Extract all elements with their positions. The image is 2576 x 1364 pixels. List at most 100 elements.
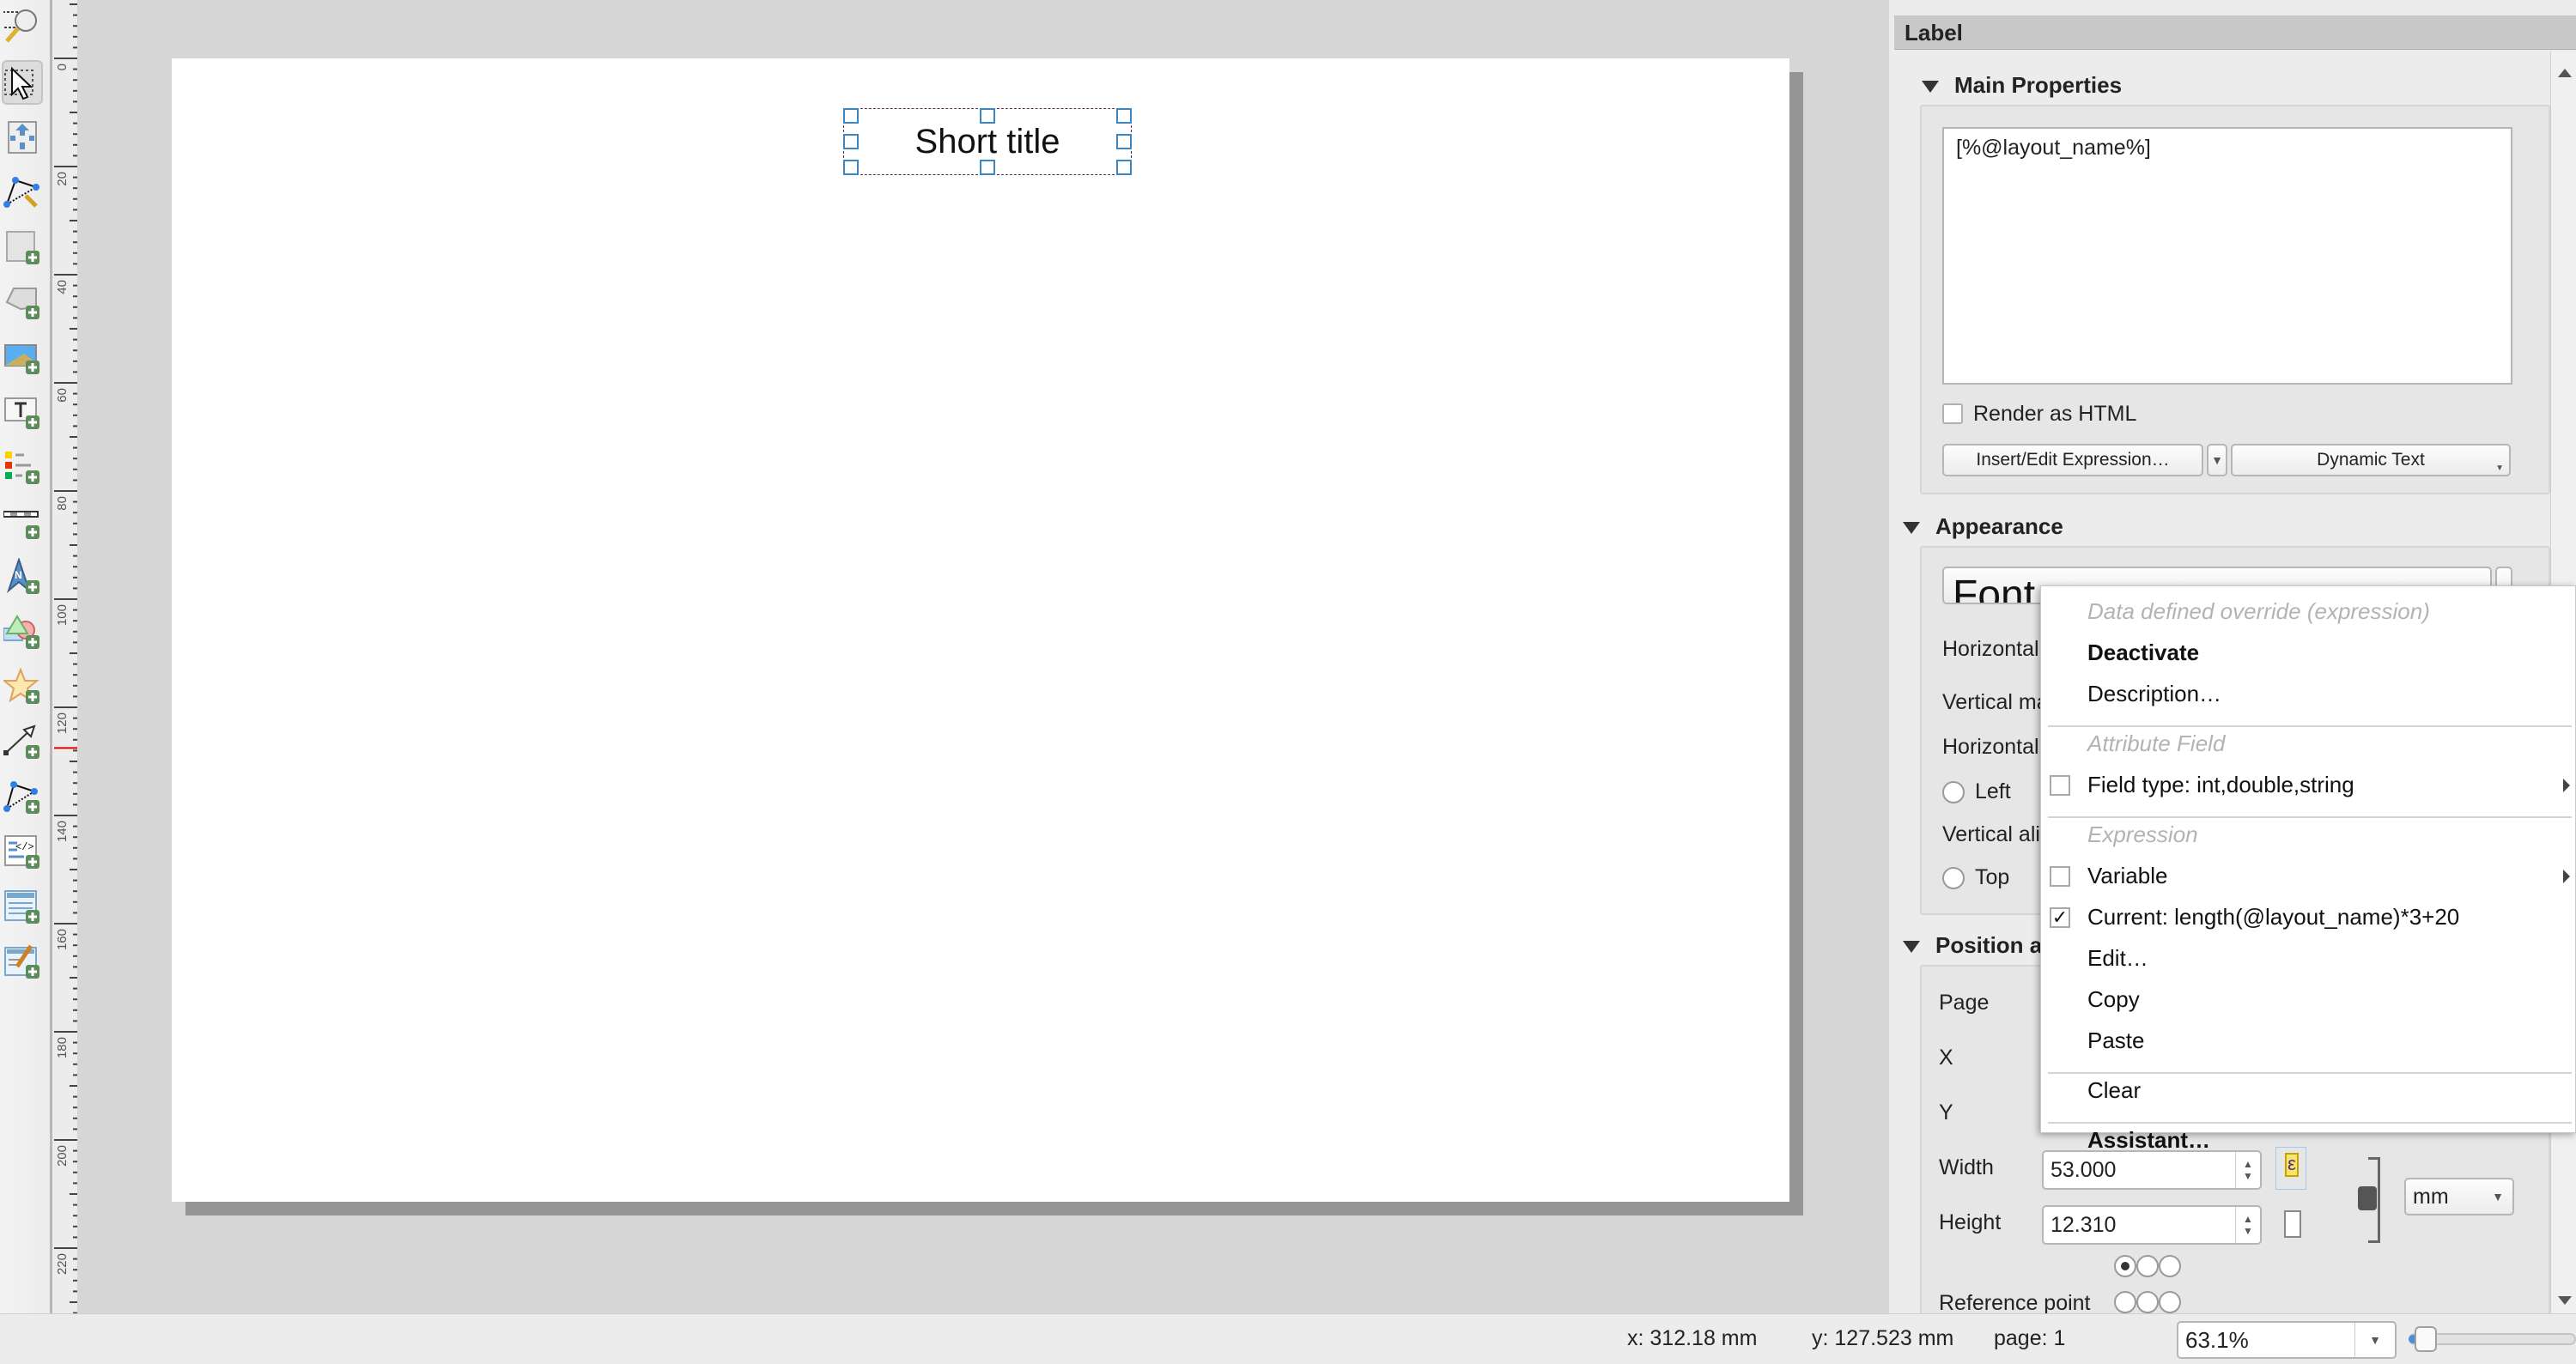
checkmark-icon[interactable]: ✓ (2050, 907, 2070, 928)
menu-item-paste[interactable]: Paste (2087, 1028, 2145, 1054)
menu-item-deactivate[interactable]: Deactivate (2087, 640, 2199, 666)
y-label: Y (1939, 1100, 1953, 1125)
zoom-level-combo[interactable]: 63.1% ▼ (2177, 1321, 2397, 1359)
reference-point-top-center[interactable] (2136, 1255, 2159, 1277)
ruler-label: 120 (55, 712, 70, 734)
ruler-label: 160 (55, 929, 70, 950)
scroll-down-icon[interactable] (2558, 1296, 2572, 1305)
zoom-slider-thumb[interactable] (2414, 1326, 2437, 1352)
menu-separator (2048, 816, 2572, 818)
move-content-tool-button[interactable] (2, 115, 43, 160)
layout-toolbar: N </> (0, 0, 48, 1313)
reference-point-top-left[interactable] (2114, 1255, 2136, 1277)
add-html-button[interactable]: </> (2, 829, 43, 874)
dropdown-arrow-icon: ▼ (2369, 1333, 2381, 1347)
height-spin-arrows[interactable]: ▲ ▼ (2235, 1207, 2260, 1243)
add-legend-button[interactable] (2, 445, 43, 489)
height-data-defined-icon[interactable] (2284, 1210, 2301, 1238)
menu-item-assistant[interactable]: Assistant… (2087, 1127, 2210, 1154)
add-map-button[interactable] (2, 225, 43, 270)
add-marker-button[interactable] (2, 664, 43, 709)
move-content-icon (8, 121, 37, 154)
ruler-label: 180 (55, 1037, 70, 1058)
ruler-label: 200 (55, 1145, 70, 1167)
dropdown-arrow-icon: ▼ (2211, 453, 2223, 467)
resize-handle-left[interactable] (843, 134, 859, 149)
add-fixed-table-button[interactable] (2, 939, 43, 984)
menu-item-description[interactable]: Description… (2087, 681, 2221, 707)
resize-handle-bottom-left[interactable] (843, 160, 859, 175)
resize-handle-top-right[interactable] (1116, 108, 1132, 124)
collapse-triangle-icon (1922, 81, 1939, 94)
menu-item-clear[interactable]: Clear (2087, 1077, 2141, 1104)
halign-left-label: Left (1975, 779, 2011, 803)
width-spinbox[interactable]: 53.000 ▲ ▼ (2042, 1150, 2262, 1190)
add-shape-icon (3, 615, 39, 649)
x-label: X (1939, 1046, 1953, 1070)
ruler-label: 140 (55, 821, 70, 842)
select-tool-button[interactable] (2, 60, 43, 105)
resize-handle-right[interactable] (1116, 134, 1132, 149)
width-spin-arrows[interactable]: ▲ ▼ (2235, 1152, 2260, 1188)
appearance-header[interactable]: Appearance (1903, 513, 2063, 540)
unlocked-padlock-icon[interactable] (2358, 1186, 2377, 1210)
north-arrow-icon: N (6, 558, 39, 594)
appearance-heading: Appearance (1935, 513, 2063, 539)
add-html-icon: </> (4, 835, 39, 869)
height-value: 12.310 (2050, 1212, 2117, 1237)
add-attribute-table-button[interactable] (2, 884, 43, 929)
resize-handle-bottom-right[interactable] (1116, 160, 1132, 175)
add-shape-button[interactable] (2, 609, 43, 654)
zoom-dropdown-button[interactable]: ▼ (2354, 1323, 2395, 1357)
halign-left-radio[interactable] (1942, 781, 1965, 803)
cursor-y-readout: y: 127.523 mm (1812, 1326, 1954, 1350)
add-north-arrow-button[interactable]: N (2, 555, 43, 599)
menu-item-copy[interactable]: Copy (2087, 986, 2140, 1013)
menu-arrow-icon: ▼ (2495, 464, 2504, 473)
render-html-checkbox[interactable] (1942, 403, 1963, 424)
add-fixed-table-icon (4, 944, 39, 979)
dynamic-text-button[interactable]: Dynamic Text ▼ (2231, 444, 2511, 476)
add-picture-button[interactable] (2, 335, 43, 379)
reference-point-top-right[interactable] (2159, 1255, 2181, 1277)
magnifier-icon (3, 9, 37, 43)
add-scalebar-button[interactable] (2, 500, 43, 544)
edit-nodes-tool-button[interactable] (2, 170, 43, 215)
menu-item-current-length-layout-name-3-20[interactable]: Current: length(@layout_name)*3+20 (2087, 904, 2459, 931)
menu-item-variable[interactable]: Variable (2087, 863, 2167, 889)
svg-text:</>: </> (15, 841, 34, 853)
valign-top-radio[interactable] (1942, 867, 1965, 889)
add-arrow-button[interactable] (2, 719, 43, 764)
add-label-button[interactable] (2, 390, 43, 434)
add-3d-map-button[interactable] (2, 280, 43, 324)
units-dropdown[interactable]: mm ▼ (2404, 1178, 2514, 1215)
zoom-level-value: 63.1% (2185, 1327, 2249, 1353)
height-spinbox[interactable]: 12.310 ▲ ▼ (2042, 1205, 2262, 1245)
insert-expression-button[interactable]: Insert/Edit Expression… (1942, 444, 2203, 476)
label-text-editor[interactable]: [%@layout_name%] (1942, 127, 2512, 385)
layout-page[interactable] (172, 58, 1789, 1202)
menu-item-edit[interactable]: Edit… (2087, 945, 2148, 972)
zoom-tool-button[interactable] (2, 3, 43, 48)
main-properties-header[interactable]: Main Properties (1922, 72, 2122, 99)
add-node-item-button[interactable] (2, 774, 43, 819)
reference-point-middle-center[interactable] (2136, 1291, 2159, 1313)
ruler-label: 20 (55, 172, 70, 186)
valign-top-label: Top (1975, 865, 2010, 889)
menu-checkbox[interactable] (2050, 775, 2070, 796)
menu-checkbox[interactable] (2050, 866, 2070, 887)
label-text-value: [%@layout_name%] (1956, 136, 2151, 160)
edit-nodes-icon (3, 177, 39, 208)
resize-handle-top[interactable] (980, 108, 995, 124)
insert-expression-dropdown[interactable]: ▼ (2207, 444, 2227, 476)
label-item[interactable]: Short title (843, 108, 1132, 175)
vertical-ruler[interactable]: 0 20 40 60 80 100 120 140 160 180 200 220 (50, 0, 80, 1313)
scroll-up-icon[interactable] (2558, 69, 2572, 77)
reference-point-middle-right[interactable] (2159, 1291, 2181, 1313)
menu-item-field-type-int-double-string[interactable]: Field type: int,double,string (2087, 772, 2354, 798)
menu-separator (2048, 1072, 2572, 1074)
width-data-defined-button[interactable]: ε (2275, 1147, 2306, 1190)
reference-point-middle-left[interactable] (2114, 1291, 2136, 1313)
resize-handle-top-left[interactable] (843, 108, 859, 124)
resize-handle-bottom[interactable] (980, 160, 995, 175)
